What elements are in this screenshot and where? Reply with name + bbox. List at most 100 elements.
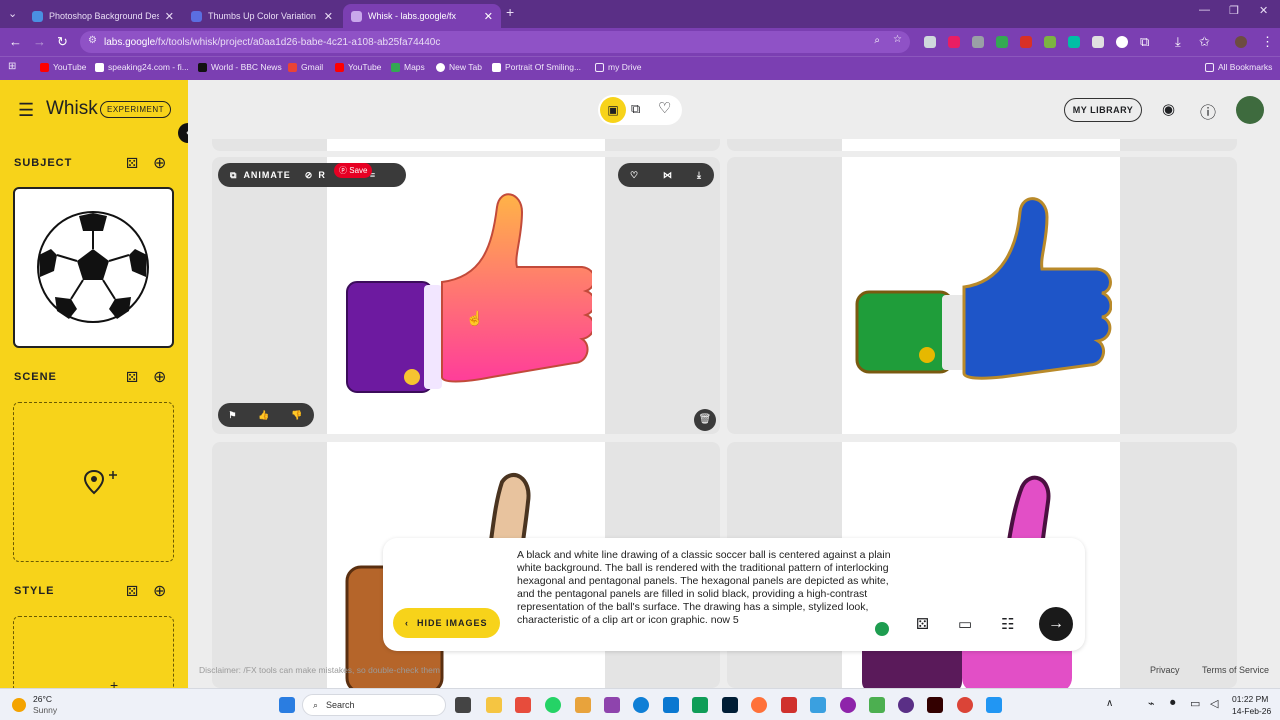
video-mode-icon[interactable]: ⧉ <box>631 101 640 117</box>
bookmark-youtube-2[interactable]: YouTube <box>335 62 381 72</box>
star-icon[interactable]: ☆ <box>893 34 902 45</box>
animate-button[interactable]: ANIMATE <box>243 170 290 180</box>
back-icon[interactable]: ← <box>9 34 22 49</box>
extension-icon[interactable] <box>1044 36 1056 48</box>
style-dropzone[interactable]: + <box>13 616 174 696</box>
extensions-puzzle-icon[interactable]: ⧉ <box>1140 34 1149 50</box>
minimize-icon[interactable]: — <box>1199 4 1210 16</box>
forward-icon[interactable]: → <box>33 34 46 49</box>
extension-icon[interactable] <box>1020 36 1032 48</box>
extension-icon[interactable] <box>996 36 1008 48</box>
dice-icon[interactable]: ⚄ <box>126 155 138 172</box>
app-icon[interactable] <box>781 697 797 713</box>
bookmark-speaking24[interactable]: speaking24.com - fi... <box>95 62 189 72</box>
flag-icon[interactable]: ⚑ <box>228 410 237 421</box>
bookmark-bbc[interactable]: World - BBC News <box>198 62 282 72</box>
task-view-icon[interactable] <box>455 697 471 713</box>
extension-icon[interactable] <box>924 36 936 48</box>
add-style-icon[interactable]: ⊕ <box>153 581 166 601</box>
settings-sliders-icon[interactable]: ☷ <box>1001 615 1014 633</box>
subject-image-card[interactable] <box>13 187 174 348</box>
pinterest-save-button[interactable]: ⓟ Save <box>334 163 373 178</box>
clock-time[interactable]: 01:22 PM <box>1232 694 1268 704</box>
extension-icon[interactable] <box>972 36 984 48</box>
clock-date[interactable]: 14-Feb-26 <box>1232 706 1271 716</box>
app-icon[interactable] <box>575 697 591 713</box>
profile-r-icon[interactable] <box>1116 36 1128 48</box>
app-icon[interactable] <box>840 697 856 713</box>
help-icon[interactable]: ⓘ <box>1200 99 1216 123</box>
bookmark-gmail[interactable]: Gmail <box>288 62 323 72</box>
prompt-textarea[interactable]: A black and white line drawing of a clas… <box>517 549 897 627</box>
hide-images-button[interactable]: ‹ HIDE IMAGES <box>393 608 500 638</box>
whatsapp-icon[interactable] <box>545 697 561 713</box>
chrome-icon[interactable] <box>898 697 914 713</box>
download-icon[interactable]: ⤓ <box>1175 34 1181 50</box>
window-close-icon[interactable]: ✕ <box>1259 4 1268 17</box>
restore-icon[interactable]: ❐ <box>1229 4 1239 17</box>
edge-icon[interactable] <box>633 697 649 713</box>
reload-icon[interactable]: ↻ <box>57 34 68 50</box>
tab-photoshop[interactable]: Photoshop Background Design ✕ <box>24 4 182 28</box>
all-bookmarks[interactable]: All Bookmarks <box>1205 62 1272 72</box>
hamburger-menu-icon[interactable]: ☰ <box>18 100 34 121</box>
google-drive-icon[interactable] <box>692 697 708 713</box>
bookmark-maps[interactable]: Maps <box>391 62 425 72</box>
new-tab-icon[interactable]: + <box>506 4 514 20</box>
result-tile-2[interactable] <box>727 157 1237 434</box>
dice-icon[interactable]: ⚄ <box>126 369 138 386</box>
terms-link[interactable]: Terms of Service <box>1202 665 1269 675</box>
network-icon[interactable]: ⌁ <box>1148 697 1155 710</box>
refine-button[interactable]: R <box>318 170 326 180</box>
app-icon[interactable] <box>515 697 531 713</box>
scene-dropzone[interactable] <box>13 402 174 562</box>
dice-icon[interactable]: ⚄ <box>126 583 138 600</box>
grammarly-icon[interactable] <box>875 622 889 636</box>
menu-kebab-icon[interactable]: ⋮ <box>1261 34 1274 50</box>
like-heart-icon[interactable]: ♡ <box>630 170 639 181</box>
microphone-icon[interactable]: ⏺ <box>1170 697 1176 710</box>
chrome-icon[interactable] <box>957 697 973 713</box>
thumbs-down-icon[interactable]: 👎 <box>291 410 303 421</box>
discord-icon[interactable]: ◉ <box>1162 100 1175 118</box>
aspect-ratio-icon[interactable]: ▭ <box>958 615 972 633</box>
dice-icon[interactable]: ⚄ <box>916 615 929 633</box>
favorites-heart-icon[interactable]: ♡ <box>658 99 671 117</box>
my-library-button[interactable]: MY LIBRARY <box>1064 98 1142 122</box>
add-scene-icon[interactable]: ⊕ <box>153 367 166 387</box>
profile-avatar-icon[interactable] <box>1235 36 1247 48</box>
site-info-icon[interactable]: ⚙ <box>88 35 97 46</box>
app-icon[interactable] <box>869 697 885 713</box>
app-icon[interactable] <box>986 697 1002 713</box>
submit-arrow-button[interactable]: → <box>1039 607 1073 641</box>
download-icon[interactable]: ⤓ <box>697 170 702 181</box>
tab-thumbs-up[interactable]: Thumbs Up Color Variation Pro ✕ <box>183 4 341 28</box>
apps-grid-icon[interactable]: ⊞ <box>8 61 16 72</box>
app-icon[interactable] <box>810 697 826 713</box>
close-icon[interactable]: ✕ <box>324 10 333 23</box>
extension-icon[interactable] <box>948 36 960 48</box>
tab-search-icon[interactable]: ⌄ <box>8 7 17 20</box>
bookmark-portrait[interactable]: Portrait Of Smiling... <box>492 62 581 72</box>
file-explorer-icon[interactable] <box>486 697 502 713</box>
zoom-icon[interactable]: ⌕ <box>874 35 880 46</box>
add-subject-icon[interactable]: ⊕ <box>153 153 166 173</box>
volume-icon[interactable]: ◁ <box>1210 697 1218 710</box>
close-icon[interactable]: ✕ <box>165 10 174 23</box>
tray-chevron-up-icon[interactable]: ∧ <box>1106 698 1113 709</box>
battery-icon[interactable]: ▭ <box>1190 697 1200 710</box>
user-avatar[interactable] <box>1236 96 1264 124</box>
app-icon[interactable] <box>604 697 620 713</box>
bookmark-new-tab[interactable]: New Tab <box>436 62 482 72</box>
address-bar[interactable]: ⚙ labs.google/fx/tools/whisk/project/a0a… <box>80 31 910 53</box>
app-icon[interactable] <box>663 697 679 713</box>
tab-whisk[interactable]: Whisk - labs.google/fx ✕ <box>343 4 501 28</box>
result-tile-1[interactable]: ☝ ⧉ ANIMATE ⊘ R ≡ ⓟ Save ♡ ⋈ ⤓ ⚑ 👍 👎 🗑 <box>212 157 720 434</box>
bookmark-youtube[interactable]: YouTube <box>40 62 86 72</box>
image-mode-icon[interactable]: ▣ <box>600 97 626 123</box>
illustrator-icon[interactable] <box>927 697 943 713</box>
extension-icon[interactable] <box>1068 36 1080 48</box>
extension-icon[interactable] <box>1092 36 1104 48</box>
firefox-icon[interactable] <box>751 697 767 713</box>
taskbar-search[interactable]: ⌕ Search <box>302 694 446 716</box>
